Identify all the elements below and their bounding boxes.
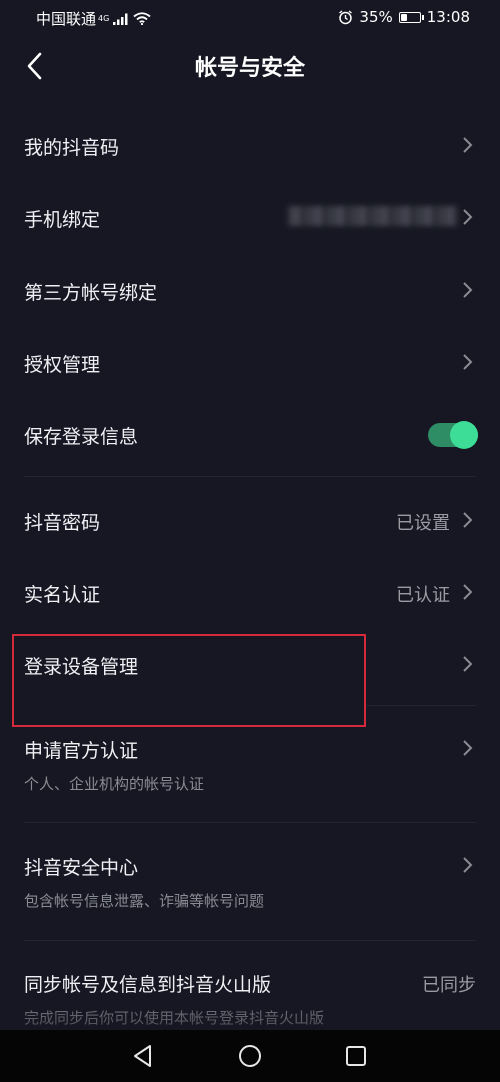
row-phone-binding-label: 手机绑定 <box>24 209 101 231</box>
chevron-right-icon <box>463 857 473 873</box>
row-official-verify-label: 申请官方认证 <box>24 740 139 762</box>
row-douyin-code-label: 我的抖音码 <box>24 137 120 159</box>
status-time: 13:08 <box>426 8 470 26</box>
row-divider <box>24 822 476 823</box>
chevron-right-icon <box>463 656 473 672</box>
chevron-right-icon <box>463 584 473 600</box>
chevron-right-icon <box>463 209 473 225</box>
status-bar: 中国联通 4G 35% 13:08 <box>0 0 500 36</box>
row-password[interactable]: 抖音密码 已设置 <box>0 482 500 556</box>
chevron-right-icon <box>463 137 473 153</box>
row-save-login: 保存登录信息 <box>0 397 500 472</box>
status-left: 中国联通 4G <box>36 8 151 29</box>
row-security-center[interactable]: 抖音安全中心 包含帐号信息泄露、诈骗等帐号问题 <box>0 828 500 940</box>
system-nav-bar <box>0 1030 500 1082</box>
battery-icon <box>398 11 424 23</box>
nav-recents-icon[interactable] <box>343 1043 369 1069</box>
row-sync-label: 同步帐号及信息到抖音火山版 <box>24 974 272 996</box>
nav-header: 帐号与安全 <box>0 36 500 96</box>
account-security-screen: 中国联通 4G 35% 13:08 帐号与安全 我的抖音码 手机绑定 第三方帐号… <box>0 0 500 1082</box>
alarm-icon <box>339 9 353 24</box>
save-login-toggle[interactable] <box>428 421 478 449</box>
phone-number-blurred <box>288 206 458 226</box>
section-divider <box>24 476 476 477</box>
row-sync-value: 已同步 <box>422 975 476 996</box>
row-password-label: 抖音密码 <box>24 512 101 534</box>
row-authorization-label: 授权管理 <box>24 354 101 376</box>
battery-percent: 35% <box>359 8 393 26</box>
chevron-right-icon <box>463 354 473 370</box>
row-official-verify-sub: 个人、企业机构的帐号认证 <box>24 775 205 793</box>
row-real-name-value: 已认证 <box>396 585 450 606</box>
carrier-name: 中国联通 <box>36 10 97 28</box>
row-sync-sub: 完成同步后你可以使用本帐号登录抖音火山版 <box>24 1009 325 1027</box>
toggle-knob <box>450 421 478 449</box>
row-security-center-label: 抖音安全中心 <box>24 857 139 879</box>
nav-home-icon[interactable] <box>237 1043 263 1069</box>
row-real-name[interactable]: 实名认证 已认证 <box>0 556 500 628</box>
row-divider <box>366 705 476 706</box>
row-password-value: 已设置 <box>396 513 450 534</box>
row-divider <box>24 940 476 941</box>
row-third-party[interactable]: 第三方帐号绑定 <box>0 252 500 325</box>
row-save-login-label: 保存登录信息 <box>24 426 139 448</box>
row-sync[interactable]: 同步帐号及信息到抖音火山版 已同步 完成同步后你可以使用本帐号登录抖音火山版 <box>0 946 500 1030</box>
row-authorization[interactable]: 授权管理 <box>0 325 500 397</box>
battery-level-fill <box>400 13 407 21</box>
nav-back-icon[interactable] <box>130 1043 156 1069</box>
network-type: 4G <box>98 14 110 23</box>
row-third-party-label: 第三方帐号绑定 <box>24 282 158 304</box>
row-official-verify[interactable]: 申请官方认证 个人、企业机构的帐号认证 <box>0 710 500 822</box>
chevron-right-icon <box>463 740 473 756</box>
row-security-center-sub: 包含帐号信息泄露、诈骗等帐号问题 <box>24 892 265 910</box>
wifi-icon <box>133 12 151 25</box>
signal-icon <box>113 13 128 25</box>
status-right: 35% 13:08 <box>338 8 470 26</box>
chevron-right-icon <box>463 512 473 528</box>
row-real-name-label: 实名认证 <box>24 584 101 606</box>
row-douyin-code[interactable]: 我的抖音码 <box>0 108 500 180</box>
chevron-right-icon <box>463 282 473 298</box>
row-phone-binding[interactable]: 手机绑定 <box>0 180 500 252</box>
page-title: 帐号与安全 <box>194 56 305 81</box>
